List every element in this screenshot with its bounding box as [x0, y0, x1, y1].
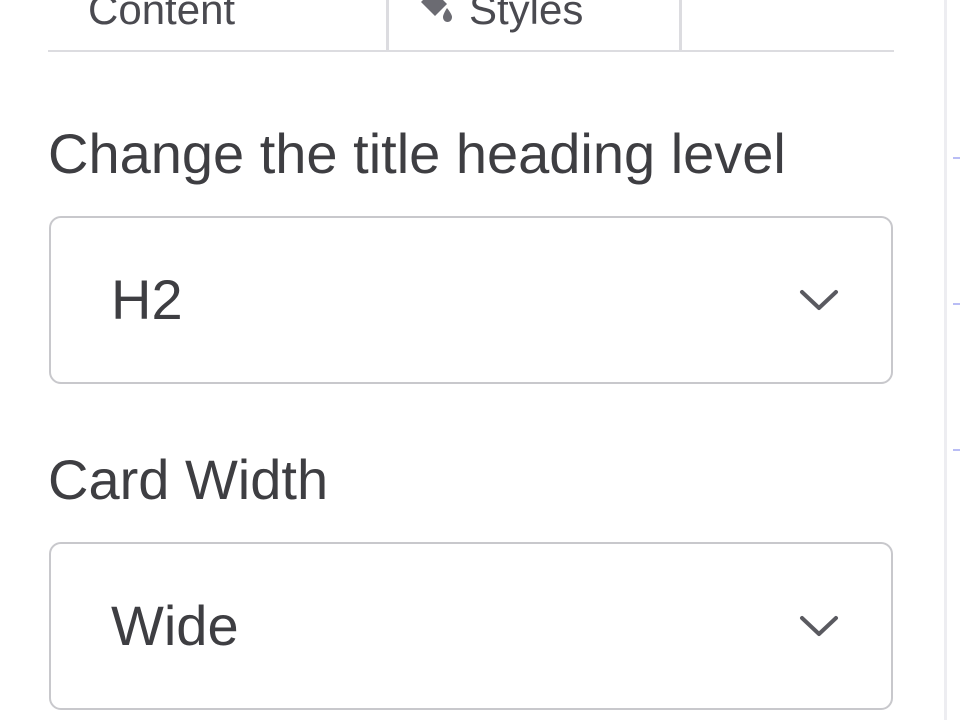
- card-width-value: Wide: [111, 594, 239, 657]
- tab-content[interactable]: Content: [88, 0, 235, 50]
- tab-styles[interactable]: Styles: [386, 0, 682, 50]
- chevron-down-icon: [799, 288, 839, 312]
- guide-tick: [953, 449, 960, 451]
- heading-level-value: H2: [111, 268, 183, 331]
- tab-content-label: Content: [88, 0, 236, 33]
- tab-styles-label: Styles: [469, 0, 584, 33]
- canvas-edge: [944, 0, 960, 720]
- card-width-label: Card Width: [48, 448, 329, 511]
- heading-level-label: Change the title heading level: [48, 122, 786, 185]
- guide-tick: [953, 157, 960, 159]
- paint-bucket-icon: [417, 0, 453, 24]
- heading-level-select[interactable]: H2: [49, 216, 893, 384]
- chevron-down-icon: [799, 614, 839, 638]
- tab-bar: Content Styles: [48, 0, 894, 52]
- card-width-select[interactable]: Wide: [49, 542, 893, 710]
- settings-panel: Content Styles Change the title heading …: [0, 0, 944, 720]
- guide-tick: [953, 303, 960, 305]
